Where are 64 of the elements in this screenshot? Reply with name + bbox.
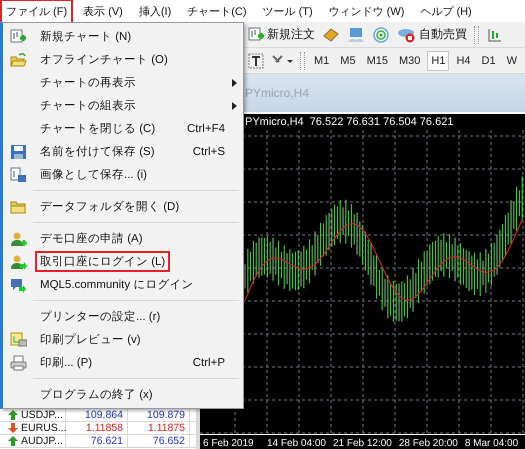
signal-icon [372, 26, 390, 42]
menu-item[interactable]: チャートを閉じる (C) [35, 118, 160, 139]
time-label: 21 Feb 12:00 [332, 437, 392, 449]
user-add-icon [10, 230, 26, 246]
menu-item[interactable]: オフラインチャート (O) [35, 49, 173, 70]
user-arrow-icon [10, 254, 26, 270]
printer-icon [10, 354, 26, 370]
timeframe-button[interactable]: M1 [310, 50, 334, 70]
time-label: 28 Feb 20:00 [398, 437, 458, 449]
menu-item[interactable]: 印刷... (P) [35, 352, 98, 373]
menu-bar-item[interactable]: 挿入(I) [132, 0, 178, 24]
menu-item[interactable]: プログラムの終了 (x) [35, 384, 158, 405]
time-label: 14 Feb 04:00 [267, 437, 326, 449]
symbol-name: AUDJP... [21, 435, 63, 447]
time-label: 6 Feb 2019 [203, 437, 255, 449]
chart-icon [486, 26, 502, 42]
toolbar-button[interactable]: 新規注文 [246, 25, 317, 44]
menu-bar-item[interactable]: ヘルプ (H) [414, 0, 478, 24]
menu-item[interactable]: 新規チャート (N) [35, 26, 136, 47]
menu-item[interactable]: チャートの組表示 [35, 95, 141, 116]
menu-item[interactable]: チャートの再表示 [35, 72, 141, 93]
bid-price: 1.11858 [66, 422, 128, 434]
timeframe-button[interactable]: M30 [394, 50, 424, 70]
menu-item[interactable]: データフォルダを開く (D) [35, 196, 184, 217]
toolbar-button[interactable]: 自動売買 [395, 25, 469, 44]
terminal-icon [347, 26, 365, 42]
bid-price: 76.621 [66, 435, 128, 447]
ohlc-values: 76.522 76.631 76.504 76.621 [310, 116, 454, 130]
shortcut-label: Ctrl+F4 [186, 122, 225, 134]
menu-item[interactable]: 名前を付けて保存 (S) [35, 141, 160, 162]
timeframe-button[interactable]: M15 [362, 50, 392, 70]
chat-arrow-icon [10, 276, 26, 292]
robot-stop-icon [397, 26, 417, 42]
chart-symbol: PYmicro,H4 [245, 116, 304, 130]
menu-bar-item[interactable]: 表示 (V) [77, 0, 129, 24]
image-save-icon [10, 166, 26, 182]
ask-price: 1.11875 [128, 422, 190, 434]
timeframe-button[interactable]: H4 [452, 50, 474, 70]
shortcut-label: Ctrl+P [192, 356, 225, 368]
chart-title: PYmicro,H4 [245, 86, 310, 100]
menu-item[interactable]: 印刷プレビュー (v) [35, 329, 146, 350]
menu-item[interactable]: プリンターの設定... (r) [35, 306, 166, 327]
timeframe-button[interactable]: W [502, 50, 521, 70]
timeframe-button[interactable]: D1 [478, 50, 500, 70]
menu-bar-item[interactable]: ウィンドウ (W) [322, 0, 410, 24]
text-tool-icon [248, 52, 264, 68]
print-preview-icon [10, 332, 26, 348]
menu-item[interactable]: 画像として保存... (i) [35, 164, 152, 185]
time-label: 8 Mar 04:00 [464, 437, 518, 449]
symbol-name: USDJP... [21, 409, 63, 421]
timeframe-button[interactable]: M5 [336, 50, 360, 70]
symbol-name: EURUS... [21, 422, 67, 434]
shortcut-label: Ctrl+S [192, 146, 225, 158]
folder-icon [10, 198, 26, 214]
menu-bar-item[interactable]: チャート(C) [181, 0, 253, 24]
timeframe-button[interactable]: H1 [427, 50, 450, 70]
menu-item[interactable]: 取引口座にログイン (L) [35, 251, 170, 272]
new-order-icon [248, 26, 265, 42]
menu-item[interactable]: MQL5.community にログイン [35, 274, 198, 295]
new-chart-icon [10, 28, 26, 44]
ask-price: 76.652 [128, 435, 190, 447]
menu-bar-item[interactable]: ツール (T) [256, 0, 319, 24]
open-folder-icon [10, 52, 26, 68]
menu-item[interactable]: デモ口座の申請 (A) [35, 228, 148, 249]
